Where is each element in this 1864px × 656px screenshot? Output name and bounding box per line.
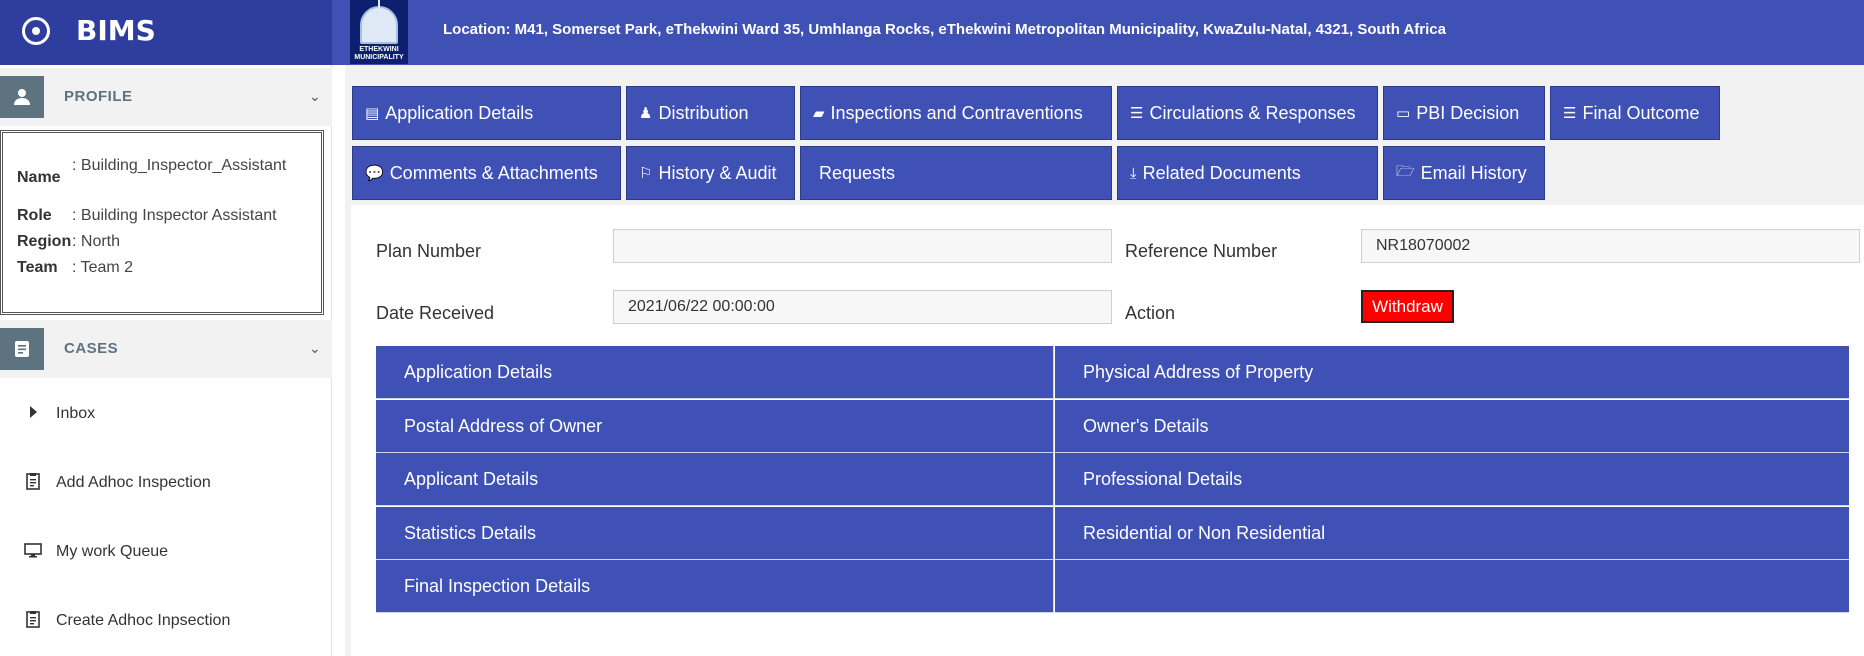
- section-postal-address-of-owner[interactable]: Postal Address of Owner: [376, 400, 1054, 453]
- app-logo-icon: [22, 17, 50, 45]
- tab-pbi-decision[interactable]: ▭ PBI Decision: [1383, 86, 1545, 140]
- section-residential-or-non-residential[interactable]: Residential or Non Residential: [1055, 507, 1849, 560]
- section-final-inspection-details[interactable]: Final Inspection Details: [376, 560, 1054, 613]
- tab-final-outcome[interactable]: ☰ Final Outcome: [1550, 86, 1720, 140]
- logo-text: ETHEKWINI MUNICIPALITY: [354, 46, 404, 61]
- tab-distribution[interactable]: ♟ Distribution: [626, 86, 795, 140]
- location-text: Location: M41, Somerset Park, eThekwini …: [443, 21, 1446, 38]
- sidebar-item-label: Create Adhoc Inpsection: [56, 612, 231, 629]
- profile-title: PROFILE: [64, 88, 133, 105]
- section-statistics-details[interactable]: Statistics Details: [376, 507, 1054, 560]
- brand-bar: BIMS: [0, 0, 332, 65]
- sidebar-item-add-adhoc-inspection[interactable]: Add Adhoc Inspection: [0, 462, 332, 502]
- tab-related-documents[interactable]: ⤓ Related Documents: [1117, 146, 1378, 200]
- top-header: ETHEKWINI MUNICIPALITY Location: M41, So…: [332, 0, 1864, 65]
- tab-label: Requests: [819, 162, 896, 183]
- list-icon: ☰: [1130, 105, 1144, 122]
- clipboard-icon: [24, 610, 42, 628]
- profile-role-label: Role: [17, 207, 52, 224]
- profile-card: Name : Building_Inspector_Assistant Role…: [0, 130, 324, 315]
- section-application-details[interactable]: Application Details: [376, 346, 1054, 399]
- profile-region-value: : North: [72, 233, 121, 250]
- user-icon: ♟: [639, 105, 653, 122]
- user-icon: [0, 76, 44, 118]
- profile-role-value: : Building Inspector Assistant: [72, 207, 277, 224]
- tab-label: Final Outcome: [1582, 102, 1700, 123]
- download-icon: ⤓: [1130, 164, 1137, 182]
- id-card-icon: ▤: [365, 105, 380, 122]
- reference-number-field[interactable]: NR18070002: [1361, 229, 1860, 263]
- section-empty: [1055, 560, 1849, 613]
- action-label: Action: [1125, 303, 1176, 323]
- cases-title: CASES: [64, 340, 119, 357]
- sidebar-item-label: Add Adhoc Inspection: [56, 474, 211, 491]
- sidebar-item-label: My work Queue: [56, 543, 169, 560]
- tab-label: Related Documents: [1142, 162, 1301, 183]
- sidebar-item-create-adhoc-inspection[interactable]: Create Adhoc Inpsection: [0, 600, 332, 640]
- profile-name-value: : Building_Inspector_Assistant: [72, 157, 287, 174]
- sidebar-item-inbox[interactable]: Inbox: [0, 393, 332, 433]
- folder-open-icon: 🗁: [1396, 162, 1415, 180]
- tab-label: Email History: [1420, 162, 1527, 183]
- plan-number-label: Plan Number: [376, 241, 482, 261]
- list-icon: ☰: [1563, 105, 1577, 122]
- tab-label: Distribution: [658, 102, 749, 123]
- comments-icon: 💬: [365, 165, 384, 182]
- profile-section-header[interactable]: PROFILE ⌄: [0, 68, 332, 126]
- chevron-down-icon[interactable]: ⌄: [309, 88, 321, 105]
- tab-application-details[interactable]: ▤ Application Details: [352, 86, 621, 140]
- tab-label: Circulations & Responses: [1149, 102, 1356, 123]
- profile-region-label: Region: [17, 233, 72, 250]
- sidebar: BIMS PROFILE ⌄ Name : Building_Inspector…: [0, 0, 332, 656]
- document-icon: [0, 328, 44, 370]
- date-received-label: Date Received: [376, 303, 495, 323]
- withdraw-button[interactable]: Withdraw: [1361, 290, 1454, 323]
- bookmark-icon: ⚐: [639, 165, 653, 182]
- tab-label: PBI Decision: [1416, 102, 1520, 123]
- tab-email-history[interactable]: 🗁 Email History: [1383, 146, 1545, 200]
- chevron-down-icon[interactable]: ⌄: [309, 340, 321, 357]
- sidebar-item-label: Inbox: [56, 405, 96, 422]
- monitor-icon: [24, 541, 42, 559]
- section-physical-address-of-property[interactable]: Physical Address of Property: [1055, 346, 1849, 399]
- reference-number-label: Reference Number: [1125, 241, 1278, 261]
- tab-history-and-audit[interactable]: ⚐ History & Audit: [626, 146, 795, 200]
- date-received-field[interactable]: 2021/06/22 00:00:00: [613, 290, 1112, 324]
- clipboard-icon: [24, 472, 42, 490]
- tab-requests[interactable]: Requests: [800, 146, 1112, 200]
- section-owners-details[interactable]: Owner's Details: [1055, 400, 1849, 453]
- app-name: BIMS: [76, 14, 156, 47]
- cases-section-header[interactable]: CASES ⌄: [0, 320, 332, 378]
- section-professional-details[interactable]: Professional Details: [1055, 453, 1849, 506]
- sidebar-item-my-work-queue[interactable]: My work Queue: [0, 531, 332, 571]
- profile-name-label: Name: [17, 169, 61, 186]
- tab-label: History & Audit: [658, 162, 777, 183]
- tab-circulations-and-responses[interactable]: ☰ Circulations & Responses: [1117, 86, 1378, 140]
- caret-right-icon: [24, 403, 42, 421]
- tab-comments-and-attachments[interactable]: 💬 Comments & Attachments: [352, 146, 621, 200]
- tab-label: Comments & Attachments: [389, 162, 598, 183]
- tab-label: Inspections and Contraventions: [830, 102, 1083, 123]
- profile-team-value: : Team 2: [72, 259, 134, 276]
- plan-number-field[interactable]: [613, 229, 1112, 263]
- desktop-icon: ▭: [1396, 105, 1411, 122]
- section-applicant-details[interactable]: Applicant Details: [376, 453, 1054, 506]
- dome-icon: [360, 0, 398, 44]
- tab-label: Application Details: [385, 102, 534, 123]
- profile-team-label: Team: [17, 259, 58, 276]
- book-icon: ▰: [813, 105, 825, 122]
- tab-inspections-and-contraventions[interactable]: ▰ Inspections and Contraventions: [800, 86, 1112, 140]
- municipality-logo: ETHEKWINI MUNICIPALITY: [350, 0, 408, 64]
